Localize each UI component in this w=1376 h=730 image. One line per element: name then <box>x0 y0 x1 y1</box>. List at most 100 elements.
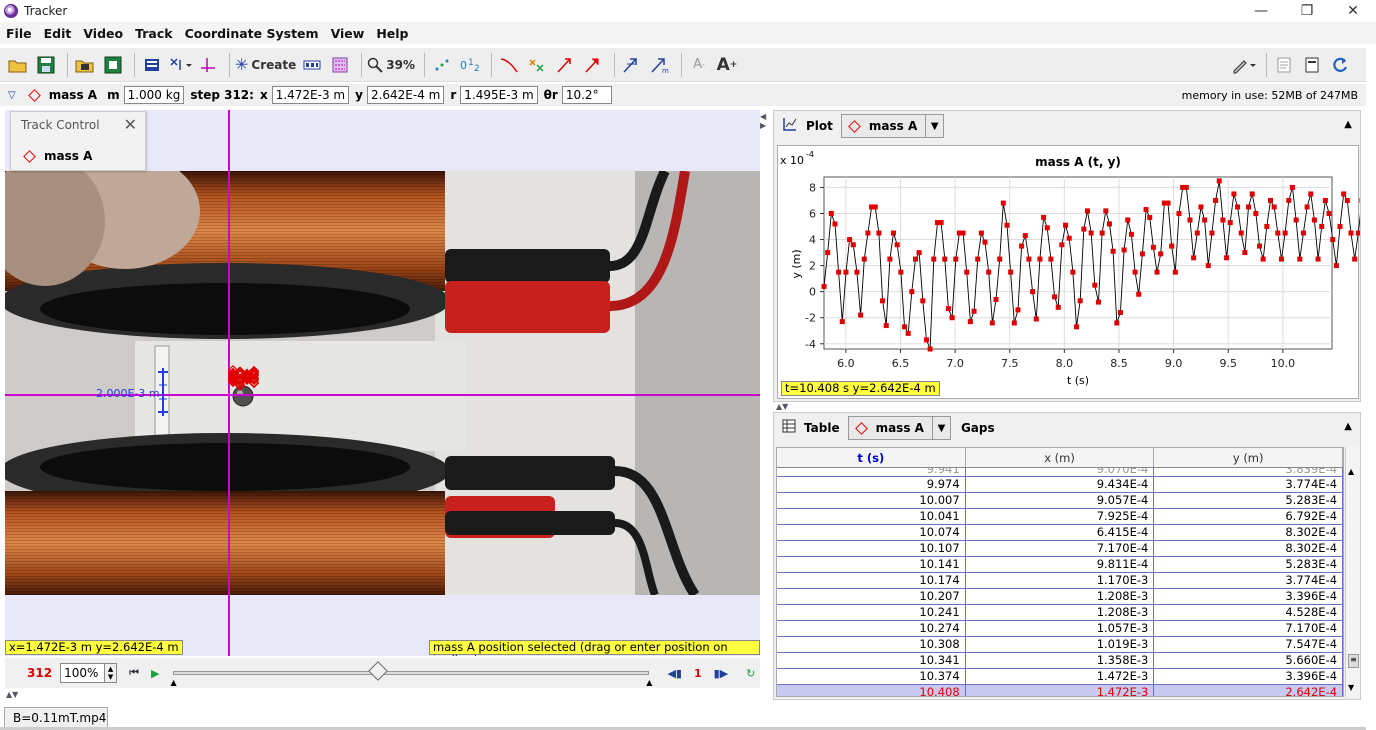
increase-font-icon[interactable]: A + <box>715 52 739 78</box>
scroll-thumb[interactable]: ≡ <box>1348 654 1359 668</box>
table-row[interactable]: 10.007 9.057E-4 5.283E-4 <box>777 493 1343 509</box>
collapse-icon[interactable]: ▲ <box>1344 421 1352 432</box>
menu-track[interactable]: Track <box>129 26 178 41</box>
table-row[interactable]: 10.241 1.208E-3 4.528E-4 <box>777 605 1343 621</box>
table-row[interactable]: 10.408 1.472E-3 2.642E-4 <box>777 685 1343 696</box>
column-header-t[interactable]: t (s) <box>777 448 966 467</box>
coordinate-overlay[interactable]: 2.000E-3 m <box>5 110 760 656</box>
center-of-mass-vectors-icon[interactable] <box>620 52 644 78</box>
frame-slider[interactable]: ▲ ▲ <box>170 661 652 687</box>
track-points[interactable] <box>227 365 260 391</box>
asterisk-icon: ✳ <box>235 55 249 74</box>
plot-track-selector[interactable]: mass A ▼ <box>840 114 945 138</box>
rate-spinner[interactable]: ▲ ▼ <box>105 663 118 683</box>
menu-coordinate-system[interactable]: Coordinate System <box>179 26 325 41</box>
velocity-vectors-icon[interactable] <box>553 52 577 78</box>
loop-icon[interactable]: ↻ <box>746 667 755 680</box>
split-arrow-icon[interactable]: ▲▼ <box>776 402 788 411</box>
table-row[interactable]: 10.308 1.019E-3 7.547E-4 <box>777 637 1343 653</box>
step-back-icon[interactable]: ◀▮ <box>667 667 682 680</box>
table-row[interactable]: 9.941 9.070E-4 3.839E-4 <box>777 468 1343 477</box>
cell-y: 7.547E-4 <box>1154 637 1343 652</box>
frame-number[interactable]: 312 <box>27 666 52 680</box>
clip-settings-icon[interactable] <box>140 52 164 78</box>
table-row[interactable]: 10.274 1.057E-3 7.170E-4 <box>777 621 1343 637</box>
gaps-button[interactable]: Gaps <box>961 421 995 435</box>
minimize-button[interactable]: — <box>1238 0 1284 22</box>
pencil-drawing-icon[interactable] <box>1231 52 1257 78</box>
zoom-button[interactable]: 39% <box>367 52 415 78</box>
split-arrow-icon[interactable]: ▲▼ <box>6 690 18 699</box>
export-video-icon[interactable] <box>101 52 125 78</box>
notes-icon[interactable] <box>1272 52 1296 78</box>
theta-angle-field[interactable]: 10.2° <box>561 86 612 104</box>
momentum-vectors-icon[interactable]: m <box>648 52 672 78</box>
table-grid-icon[interactable] <box>782 419 796 437</box>
menu-view[interactable]: View <box>325 26 371 41</box>
menu-file[interactable]: File <box>0 26 38 41</box>
step-forward-icon[interactable]: ▮▶ <box>714 667 729 680</box>
restore-button[interactable]: ❐ <box>1284 0 1330 22</box>
table-row[interactable]: 10.207 1.208E-3 3.396E-4 <box>777 589 1343 605</box>
open-folder-icon[interactable] <box>6 52 30 78</box>
table-row[interactable]: 10.141 9.811E-4 5.283E-4 <box>777 557 1343 573</box>
end-frame-number[interactable]: 1 <box>694 667 702 680</box>
position-markers-icon[interactable] <box>525 52 549 78</box>
save-icon[interactable] <box>34 52 58 78</box>
properties-icon[interactable] <box>1300 52 1324 78</box>
play-icon[interactable]: ▶ <box>151 667 159 680</box>
refresh-icon[interactable] <box>1328 52 1352 78</box>
table-row[interactable]: 9.974 9.434E-4 3.774E-4 <box>777 477 1343 493</box>
table-row[interactable]: 10.107 7.170E-4 8.302E-4 <box>777 541 1343 557</box>
acceleration-vectors-icon[interactable] <box>581 52 605 78</box>
track-name[interactable]: mass A <box>49 88 97 102</box>
chevron-down-icon[interactable]: ▼ <box>931 417 950 439</box>
table-row[interactable]: 10.341 1.358E-3 5.660E-4 <box>777 653 1343 669</box>
table-row[interactable]: 10.374 1.472E-3 3.396E-4 <box>777 669 1343 685</box>
axes-icon[interactable] <box>196 52 220 78</box>
path-icon[interactable] <box>497 52 521 78</box>
column-header-y[interactable]: y (m) <box>1154 448 1343 467</box>
r-magnitude-field[interactable]: 1.495E-3 m <box>460 86 538 104</box>
calibration-tools-icon[interactable] <box>168 52 192 78</box>
video-panel[interactable]: 2.000E-3 m x=1.472E-3 m y=2.642E-4 m mas… <box>5 110 760 656</box>
open-video-icon[interactable] <box>73 52 97 78</box>
close-icon[interactable]: ✕ <box>124 115 137 134</box>
plot-axes-icon[interactable] <box>782 116 798 136</box>
playback-rate-field[interactable]: 100% <box>60 663 106 683</box>
trails-icon[interactable] <box>328 52 352 78</box>
reset-icon[interactable]: ⏮ <box>129 666 139 680</box>
table-scrollbar[interactable]: ▲ ≡ ▼ <box>1345 447 1360 697</box>
table-row[interactable]: 10.041 7.925E-4 6.792E-4 <box>777 509 1343 525</box>
data-table[interactable]: t (s) x (m) y (m) 9.941 9.070E-4 3.839E-… <box>776 447 1344 697</box>
step-labels-icon[interactable]: 012 <box>458 52 482 78</box>
mass-field[interactable]: 1.000 kg <box>123 86 185 104</box>
x-position-field[interactable]: 1.472E-3 m <box>271 86 350 104</box>
collapse-icon[interactable]: ▲ <box>1344 119 1352 130</box>
close-button[interactable]: ✕ <box>1330 0 1376 22</box>
track-menu-triangle-icon[interactable]: ▽ <box>8 90 16 101</box>
track-visibility-icon[interactable] <box>300 52 324 78</box>
column-header-x[interactable]: x (m) <box>966 448 1155 467</box>
menu-video[interactable]: Video <box>77 26 129 41</box>
decrease-font-icon[interactable]: A- <box>687 52 711 78</box>
slider-thumb[interactable] <box>368 661 389 681</box>
track-control-window[interactable]: Track Control ✕ mass A <box>10 111 146 171</box>
menu-edit[interactable]: Edit <box>38 26 78 41</box>
table-row[interactable]: 10.074 6.415E-4 8.302E-4 <box>777 525 1343 541</box>
scroll-down-icon[interactable]: ▼ <box>1348 683 1354 692</box>
menu-help[interactable]: Help <box>370 26 414 41</box>
scroll-up-icon[interactable]: ▲ <box>1348 467 1354 476</box>
cell-t: 10.274 <box>777 621 966 636</box>
y-position-field[interactable]: 2.642E-4 m <box>366 86 445 104</box>
track-control-item[interactable]: mass A <box>23 149 92 163</box>
split-arrow-icon[interactable]: ◀ ▶ <box>760 112 766 130</box>
plot-area[interactable]: 6.0 6.5 7.0 7.5 8.0 8.5 9.0 9.5 10.0 -4 -2 0 2 4 6 8 mas… <box>777 145 1376 400</box>
trace-points-icon[interactable] <box>430 52 454 78</box>
chevron-down-icon[interactable]: ▼ <box>925 115 943 137</box>
table-track-selector[interactable]: mass A ▼ <box>847 416 951 440</box>
table-row[interactable]: 10.174 1.170E-3 3.774E-4 <box>777 573 1343 589</box>
chart-svg[interactable]: 6.0 6.5 7.0 7.5 8.0 8.5 9.0 9.5 10.0 -4 -2 0 2 4 6 8 mas… <box>778 146 1376 400</box>
video-file-tab[interactable]: B=0.11mT.mp4 <box>4 707 108 727</box>
create-track-button[interactable]: ✳ Create <box>235 52 296 78</box>
